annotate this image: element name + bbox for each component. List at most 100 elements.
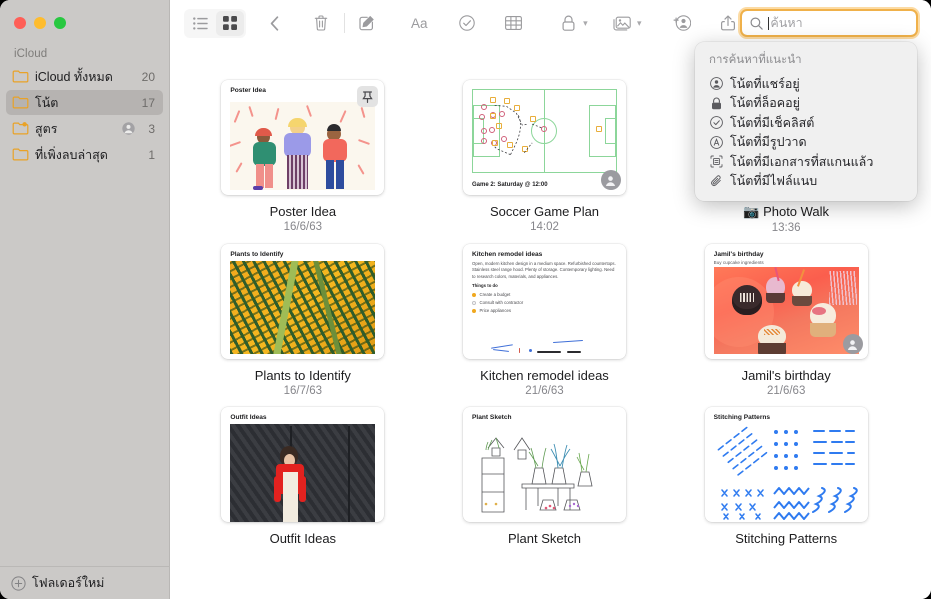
cupcakes-photo [714, 267, 859, 354]
sidebar-item-notes[interactable]: โน้ต 17 [6, 90, 163, 115]
compose-button[interactable] [354, 11, 380, 36]
suggestion-attachment-notes[interactable]: โน้ตที่มีไฟล์แนบ [695, 172, 917, 192]
sidebar-item-label: ที่เพิ่งลบล่าสุด [35, 145, 142, 165]
sidebar: iCloud iCloud ทั้งหมด 20 โน้ต 17 [0, 0, 170, 599]
note-thumbnail[interactable]: Game 2: Saturday @ 12:00 [463, 80, 626, 195]
suggestion-label: โน้ตที่แชร์อยู่ [730, 74, 800, 94]
note-card[interactable]: Poster Idea Poster Idea 16/6/63 [206, 80, 400, 234]
list-view-button[interactable] [186, 11, 214, 36]
suggestion-shared-notes[interactable]: โน้ตที่แชร์อยู่ [695, 74, 917, 94]
gallery-view-button[interactable] [216, 11, 244, 36]
thumbnail-title: Poster Idea [230, 87, 375, 94]
note-card[interactable]: Stitching Patterns Stitching Patterns [689, 407, 883, 548]
photo-icon-wrap[interactable] [608, 11, 636, 36]
suggestion-scanned-document-notes[interactable]: โน้ตที่มีเอกสารที่สแกนแล้ว [695, 152, 917, 172]
note-body-text: Open, modern kitchen design in a medium … [472, 261, 617, 280]
suggestion-locked-notes[interactable]: โน้ตที่ล็อคอยู่ [695, 94, 917, 114]
new-folder-button[interactable]: โฟลเดอร์ใหม่ [0, 566, 170, 599]
checklist-button[interactable] [454, 11, 480, 36]
checklist-item[interactable]: Create a budget [472, 292, 617, 298]
plus-circle-icon [11, 576, 26, 591]
back-button[interactable] [261, 11, 287, 36]
note-title: Soccer Game Plan [490, 204, 599, 219]
suggestion-label: โน้ตที่มีเช็คลิสต์ [730, 113, 814, 133]
sidebar-item-recipes[interactable]: สูตร 3 [6, 116, 163, 141]
sidebar-folder-list: iCloud ทั้งหมด 20 โน้ต 17 สูตร [6, 64, 163, 168]
suggestion-checklist-notes[interactable]: โน้ตที่มีเช็คลิสต์ [695, 113, 917, 133]
note-thumbnail[interactable]: Outfit Ideas [221, 407, 384, 522]
checklist-item[interactable]: Consult with contractor [472, 300, 617, 306]
note-thumbnail[interactable]: Poster Idea [221, 80, 384, 195]
collaborate-button[interactable] [669, 11, 695, 36]
suggestion-label: โน้ตที่มีไฟล์แนบ [730, 171, 817, 191]
checklist-item-label: Price appliances [479, 308, 511, 314]
thumbnail-caption: Game 2: Saturday @ 12:00 [472, 182, 548, 188]
close-button[interactable] [14, 17, 26, 29]
note-title: Plant Sketch [508, 531, 581, 546]
note-title: Plants to Identify [255, 368, 351, 383]
chevron-down-icon: ▾ [583, 18, 588, 29]
note-thumbnail[interactable]: Plant Sketch [463, 407, 626, 522]
format-button[interactable]: Aa [408, 11, 434, 36]
note-title: Jamil's birthday [742, 368, 831, 383]
view-mode-segmented-control [184, 9, 246, 38]
sidebar-item-count: 3 [148, 122, 155, 136]
outfit-photo [230, 424, 375, 522]
minimize-button[interactable] [34, 17, 46, 29]
suggestion-label: โน้ตที่ล็อคอยู่ [730, 93, 800, 113]
note-card[interactable]: Jamil's birthday Buy cupcake ingredients… [689, 244, 883, 397]
checklist-item-label: Create a budget [479, 292, 510, 298]
paperclip-icon [709, 174, 723, 188]
note-date: 13:36 [772, 222, 801, 234]
note-thumbnail[interactable]: Jamil's birthday Buy cupcake ingredients [705, 244, 868, 359]
checklist-item[interactable]: Price appliances [472, 308, 617, 314]
table-button[interactable] [501, 11, 527, 36]
note-card[interactable]: Plants to Identify Plants to Identify 16… [206, 244, 400, 397]
sidebar-item-count: 17 [142, 96, 155, 110]
media-button[interactable]: ▾ [608, 11, 642, 36]
delete-button[interactable] [308, 11, 334, 36]
note-card[interactable]: Plant Sketch Plant Sketch [448, 407, 642, 548]
checkbox-checked-icon[interactable] [472, 309, 477, 314]
pin-icon[interactable] [357, 86, 378, 107]
checklist: Things to do Create a budget Consult wit… [472, 283, 617, 314]
thumbnail-title: Plants to Identify [230, 251, 375, 258]
zoom-button[interactable] [54, 17, 66, 29]
folder-badge-icon [12, 120, 29, 137]
share-button[interactable] [716, 11, 742, 36]
poster-illustration [230, 102, 375, 190]
svg-text:Aa: Aa [411, 16, 428, 30]
note-card[interactable]: Game 2: Saturday @ 12:00 Soccer Game Pla… [448, 80, 642, 234]
palm-photo [230, 261, 375, 354]
search-input[interactable]: ค้นหา [741, 10, 917, 36]
checkbox-checked-icon[interactable] [472, 293, 477, 298]
note-thumbnail[interactable]: Kitchen remodel ideas Open, modern kitch… [463, 244, 626, 359]
note-title: Outfit Ideas [270, 531, 336, 546]
thumbnail-title: Plant Sketch [472, 414, 617, 421]
lock-icon-wrap[interactable] [554, 11, 582, 36]
suggestions-title: การค้นหาที่แนะนำ [695, 51, 917, 74]
note-date: 16/6/63 [284, 221, 322, 233]
lock-button[interactable]: ▾ [554, 11, 588, 36]
sidebar-item-recently-deleted[interactable]: ที่เพิ่งลบล่าสุด 1 [6, 142, 163, 167]
note-thumbnail[interactable]: Plants to Identify [221, 244, 384, 359]
thumbnail-title: Outfit Ideas [230, 414, 375, 421]
sidebar-item-count: 1 [148, 148, 155, 162]
folder-icon [12, 68, 29, 85]
thumbnail-title: Kitchen remodel ideas [472, 251, 617, 258]
checkbox-unchecked-icon[interactable] [472, 301, 477, 306]
note-thumbnail[interactable]: Stitching Patterns [705, 407, 868, 522]
note-date: 16/7/63 [284, 385, 322, 397]
checkmark-circle-icon [709, 116, 723, 130]
new-folder-label: โฟลเดอร์ใหม่ [32, 573, 104, 593]
search-icon [750, 17, 763, 30]
note-card[interactable]: Kitchen remodel ideas Open, modern kitch… [448, 244, 642, 397]
suggestion-drawing-notes[interactable]: โน้ตที่มีรูปวาด [695, 133, 917, 153]
text-caret [768, 17, 769, 30]
sidebar-item-count: 20 [142, 70, 155, 84]
sidebar-item-all-icloud[interactable]: iCloud ทั้งหมด 20 [6, 64, 163, 89]
toolbar-divider [344, 13, 345, 33]
thumbnail-subtitle: Buy cupcake ingredients [714, 260, 859, 265]
note-card[interactable]: Outfit Ideas Outfit Ideas [206, 407, 400, 548]
handwriting-sketch [479, 341, 618, 357]
